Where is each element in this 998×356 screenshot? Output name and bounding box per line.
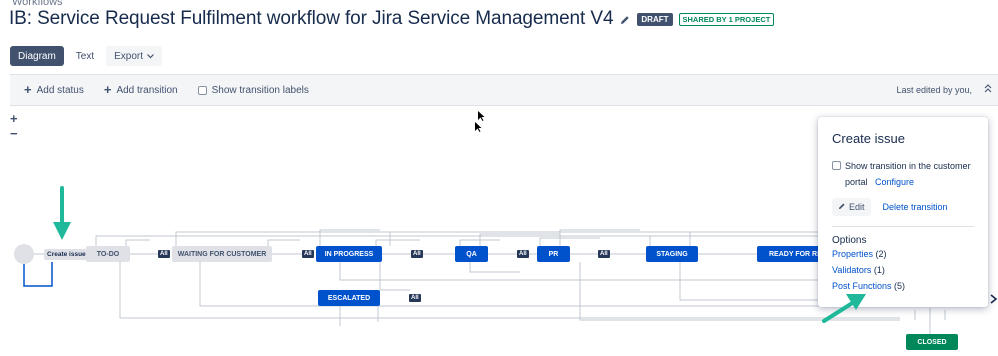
all-transition-label[interactable]: All bbox=[598, 250, 610, 258]
validators-count: (1) bbox=[873, 265, 885, 275]
status-todo[interactable]: TO-DO bbox=[86, 246, 130, 262]
options-heading: Options bbox=[832, 226, 974, 246]
status-qa[interactable]: QA bbox=[455, 246, 488, 262]
validators-row: Validators (1) bbox=[832, 262, 974, 278]
status-closed[interactable]: CLOSED bbox=[906, 334, 958, 350]
status-ready-for-release[interactable]: READY FOR REL bbox=[757, 246, 827, 262]
properties-link[interactable]: Properties bbox=[832, 249, 873, 259]
panel-title: Create issue bbox=[832, 131, 905, 146]
properties-count: (2) bbox=[875, 249, 887, 259]
delete-transition-link[interactable]: Delete transition bbox=[883, 202, 948, 212]
edit-label: Edit bbox=[849, 202, 865, 212]
panel-actions: Edit Delete transition bbox=[832, 198, 974, 216]
pencil-icon bbox=[838, 202, 846, 212]
mouse-cursor-icon bbox=[475, 122, 482, 132]
edit-button[interactable]: Edit bbox=[832, 198, 871, 216]
status-in-progress[interactable]: IN PROGRESS bbox=[316, 246, 382, 262]
show-in-portal-option[interactable]: Show transition in the customer portal C… bbox=[832, 158, 974, 190]
create-issue-transition[interactable]: Create issue bbox=[44, 249, 89, 260]
all-transition-label[interactable]: All bbox=[517, 250, 529, 258]
annotation-arrow-icon bbox=[822, 294, 866, 323]
properties-row: Properties (2) bbox=[832, 246, 974, 262]
all-transition-label[interactable]: All bbox=[158, 250, 170, 258]
status-staging[interactable]: STAGING bbox=[646, 246, 698, 262]
start-node[interactable] bbox=[14, 244, 34, 264]
configure-link[interactable]: Configure bbox=[875, 177, 914, 187]
annotation-arrow-icon bbox=[53, 186, 71, 240]
post-functions-count: (5) bbox=[894, 281, 906, 291]
chevron-right-icon[interactable] bbox=[990, 291, 998, 309]
status-waiting-for-customer[interactable]: WAITING FOR CUSTOMER bbox=[172, 246, 272, 262]
all-transition-label[interactable]: All bbox=[302, 250, 314, 258]
transition-details-panel: Create issue Show transition in the cust… bbox=[818, 117, 988, 307]
show-in-portal-label-line1: Show transition in the customer bbox=[845, 161, 971, 171]
status-pr[interactable]: PR bbox=[537, 246, 570, 262]
show-in-portal-checkbox[interactable] bbox=[832, 161, 841, 170]
status-escalated[interactable]: ESCALATED bbox=[318, 290, 380, 306]
all-transition-label[interactable]: All bbox=[409, 294, 421, 302]
show-in-portal-label-line2: portal bbox=[845, 177, 868, 187]
all-transition-label[interactable]: All bbox=[411, 250, 423, 258]
validators-link[interactable]: Validators bbox=[832, 265, 871, 275]
